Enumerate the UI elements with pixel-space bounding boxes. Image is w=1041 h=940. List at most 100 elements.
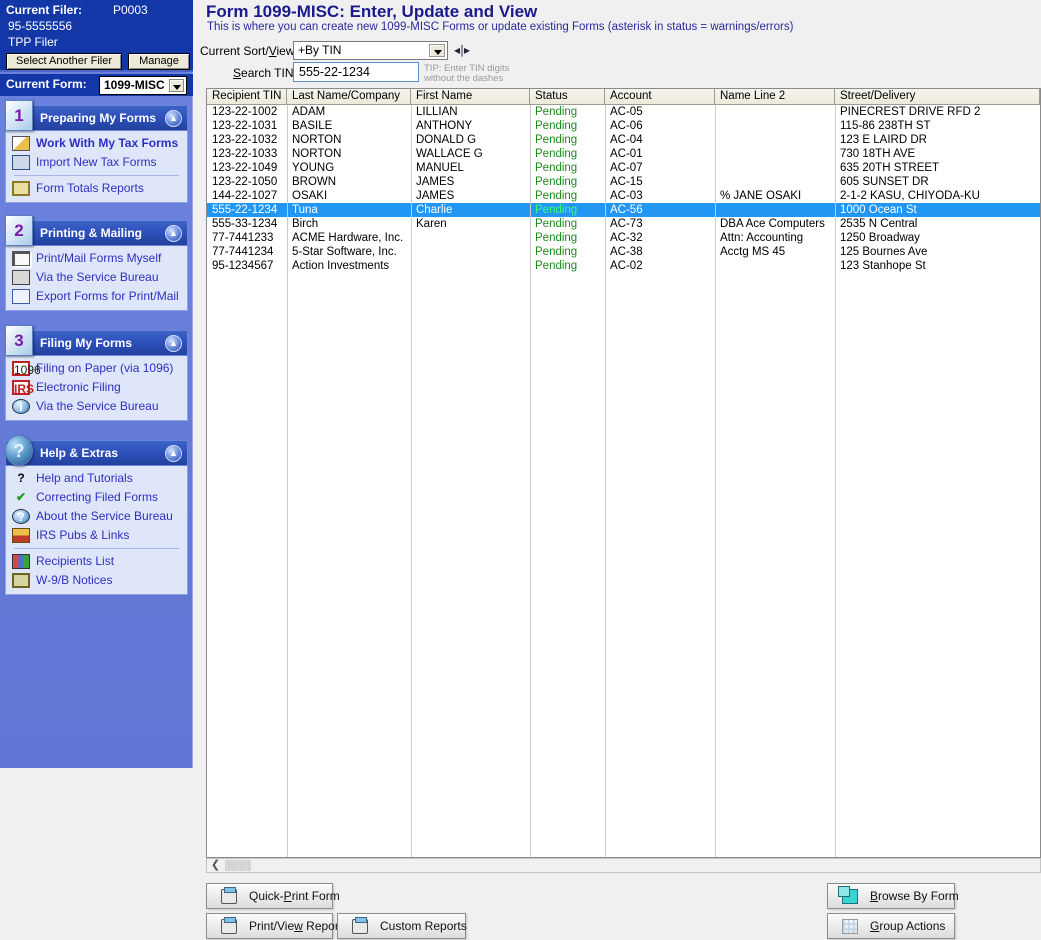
sidebar-item-export-forms-for-print-mail[interactable]: Export Forms for Print/Mail bbox=[6, 287, 187, 306]
sidebar-item-print-mail-forms-myself[interactable]: Print/Mail Forms Myself bbox=[6, 249, 187, 268]
column-header-tin[interactable]: Recipient TIN bbox=[207, 89, 287, 105]
w9-icon bbox=[12, 573, 30, 588]
table-row[interactable]: 123-22-1031BASILEANTHONYPendingAC-06115-… bbox=[207, 119, 1040, 133]
current-form-dropdown[interactable]: 1099-MISC bbox=[99, 76, 187, 95]
filer-id: P0003 bbox=[113, 3, 148, 17]
sidebar-item-label: Recipients List bbox=[36, 554, 114, 568]
question-icon: ? bbox=[12, 471, 30, 486]
sidebar-item-label: Via the Service Bureau bbox=[36, 270, 159, 284]
chevron-up-icon[interactable]: ▲ bbox=[165, 225, 182, 242]
column-header-status[interactable]: Status bbox=[530, 89, 605, 105]
sidebar-item-label: Via the Service Bureau bbox=[36, 399, 159, 413]
table-row[interactable]: 123-22-1002ADAMLILLIANPendingAC-05PINECR… bbox=[207, 105, 1040, 119]
sidebar-section-header[interactable]: 1Preparing My Forms▲ bbox=[5, 105, 188, 131]
check-icon: ✔ bbox=[12, 490, 30, 505]
print-view-report-button[interactable]: Print/View Report bbox=[206, 913, 333, 939]
form1096-icon: 1096 bbox=[12, 361, 30, 376]
table-row[interactable]: 95-1234567Action InvestmentsPendingAC-02… bbox=[207, 259, 1040, 273]
browse-by-form-button[interactable]: Browse By Form bbox=[827, 883, 955, 909]
cell-street: 115-86 238TH ST bbox=[835, 119, 1040, 133]
sidebar-item-import-new-tax-forms[interactable]: Import New Tax Forms bbox=[6, 153, 187, 172]
scroll-left-arrow-icon[interactable]: ❮ bbox=[208, 859, 223, 872]
manage-filer-button[interactable]: Manage bbox=[128, 53, 190, 70]
chevron-up-icon[interactable]: ▲ bbox=[165, 445, 182, 462]
table-row[interactable]: 123-22-1033NORTONWALLACE GPendingAC-0173… bbox=[207, 147, 1040, 161]
sidebar-section-header[interactable]: 2Printing & Mailing▲ bbox=[5, 220, 188, 246]
sidebar-item-work-with-my-tax-forms[interactable]: Work With My Tax Forms bbox=[6, 134, 187, 153]
sidebar-item-correcting-filed-forms[interactable]: ✔Correcting Filed Forms bbox=[6, 488, 187, 507]
table-row[interactable]: 555-33-1234BirchKarenPendingAC-73DBA Ace… bbox=[207, 217, 1040, 231]
chevron-up-icon[interactable]: ▲ bbox=[165, 335, 182, 352]
custom-reports-button[interactable]: Custom Reports bbox=[337, 913, 466, 939]
table-row[interactable]: 123-22-1050BROWNJAMESPendingAC-15605 SUN… bbox=[207, 175, 1040, 189]
column-separator bbox=[715, 105, 716, 857]
section-title: Preparing My Forms bbox=[40, 111, 156, 125]
table-body[interactable]: 123-22-1002ADAMLILLIANPendingAC-05PINECR… bbox=[207, 105, 1040, 273]
column-header-street[interactable]: Street/Delivery bbox=[835, 89, 1040, 105]
sidebar-section-header[interactable]: 3Filing My Forms▲ bbox=[5, 330, 188, 356]
sidebar-item-via-the-service-bureau[interactable]: iVia the Service Bureau bbox=[6, 397, 187, 416]
sidebar-section-2: 2Printing & Mailing▲Print/Mail Forms Mys… bbox=[5, 220, 188, 311]
table-row[interactable]: 555-22-1234TunaCharliePendingAC-561000 O… bbox=[207, 203, 1040, 217]
cell-status: Pending bbox=[530, 203, 605, 217]
scrollbar-thumb[interactable] bbox=[225, 860, 251, 871]
cell-account: AC-73 bbox=[605, 217, 715, 231]
cell-first: ANTHONY bbox=[411, 119, 530, 133]
section-number-badge: 1 bbox=[5, 100, 33, 131]
browse-icon bbox=[842, 889, 858, 904]
sidebar-item-w-9-b-notices[interactable]: W-9/B Notices bbox=[6, 571, 187, 590]
table-row[interactable]: 123-22-1032NORTONDONALD GPendingAC-04123… bbox=[207, 133, 1040, 147]
cell-last: NORTON bbox=[287, 147, 411, 161]
chevron-up-icon[interactable]: ▲ bbox=[165, 110, 182, 127]
section-title: Help & Extras bbox=[40, 446, 118, 460]
cell-first: DONALD G bbox=[411, 133, 530, 147]
chevron-down-icon[interactable] bbox=[429, 44, 445, 57]
table-row[interactable]: 77-7441233ACME Hardware, Inc.PendingAC-3… bbox=[207, 231, 1040, 245]
cell-last: OSAKI bbox=[287, 189, 411, 203]
cell-account: AC-01 bbox=[605, 147, 715, 161]
main-content: Form 1099-MISC: Enter, Update and View T… bbox=[193, 0, 1041, 940]
forms-table[interactable]: Recipient TINLast Name/CompanyFirst Name… bbox=[206, 88, 1041, 858]
column-header-name2[interactable]: Name Line 2 bbox=[715, 89, 835, 105]
column-header-account[interactable]: Account bbox=[605, 89, 715, 105]
custom-reports-label: Custom Reports bbox=[380, 914, 467, 938]
cell-first: WALLACE G bbox=[411, 147, 530, 161]
sort-view-dropdown[interactable]: +By TIN bbox=[293, 41, 448, 60]
sidebar-item-via-the-service-bureau[interactable]: Via the Service Bureau bbox=[6, 268, 187, 287]
sidebar-item-label: IRS Pubs & Links bbox=[36, 528, 129, 542]
cell-tin: 123-22-1049 bbox=[207, 161, 287, 175]
group-actions-button[interactable]: Group Actions bbox=[827, 913, 955, 939]
tip-line-2: without the dashes bbox=[424, 74, 534, 84]
sidebar-item-recipients-list[interactable]: Recipients List bbox=[6, 552, 187, 571]
sort-view-value: +By TIN bbox=[298, 43, 341, 57]
sidebar-section-body: Print/Mail Forms Myself Via the Service B… bbox=[5, 246, 188, 311]
sort-view-spinner[interactable]: ◂∣▸ bbox=[454, 43, 476, 58]
cell-account: AC-15 bbox=[605, 175, 715, 189]
import-icon bbox=[12, 155, 30, 170]
cell-street: 123 E LAIRD DR bbox=[835, 133, 1040, 147]
sidebar-item-label: Print/Mail Forms Myself bbox=[36, 251, 161, 265]
cell-status: Pending bbox=[530, 217, 605, 231]
table-row[interactable]: 77-74412345-Star Software, Inc.PendingAC… bbox=[207, 245, 1040, 259]
select-another-filer-button[interactable]: Select Another Filer bbox=[6, 53, 122, 70]
cell-tin: 123-22-1031 bbox=[207, 119, 287, 133]
sidebar-item-electronic-filing[interactable]: IRSElectronic Filing bbox=[6, 378, 187, 397]
column-header-first[interactable]: First Name bbox=[411, 89, 530, 105]
current-form-panel: Current Form: 1099-MISC bbox=[0, 74, 193, 96]
sidebar-item-about-the-service-bureau[interactable]: ?About the Service Bureau bbox=[6, 507, 187, 526]
chevron-down-icon[interactable] bbox=[169, 79, 184, 92]
horizontal-scrollbar[interactable]: ❮ bbox=[206, 858, 1041, 873]
sidebar-item-help-and-tutorials[interactable]: ?Help and Tutorials bbox=[6, 469, 187, 488]
table-row[interactable]: 144-22-1027OSAKIJAMESPendingAC-03% JANE … bbox=[207, 189, 1040, 203]
sidebar-section-header[interactable]: ?Help & Extras▲ bbox=[5, 440, 188, 466]
sidebar-item-filing-on-paper-via-1096[interactable]: 1096Filing on Paper (via 1096) bbox=[6, 359, 187, 378]
sidebar-item-form-totals-reports[interactable]: Form Totals Reports bbox=[6, 179, 187, 198]
quick-print-form-button[interactable]: Quick-Print Form bbox=[206, 883, 333, 909]
cell-last: 5-Star Software, Inc. bbox=[287, 245, 411, 259]
column-header-last[interactable]: Last Name/Company bbox=[287, 89, 411, 105]
cell-first bbox=[411, 259, 530, 273]
search-tin-input[interactable] bbox=[293, 62, 419, 82]
sidebar-item-irs-pubs-links[interactable]: IRS Pubs & Links bbox=[6, 526, 187, 545]
cell-last: NORTON bbox=[287, 133, 411, 147]
table-row[interactable]: 123-22-1049YOUNGMANUELPendingAC-07635 20… bbox=[207, 161, 1040, 175]
